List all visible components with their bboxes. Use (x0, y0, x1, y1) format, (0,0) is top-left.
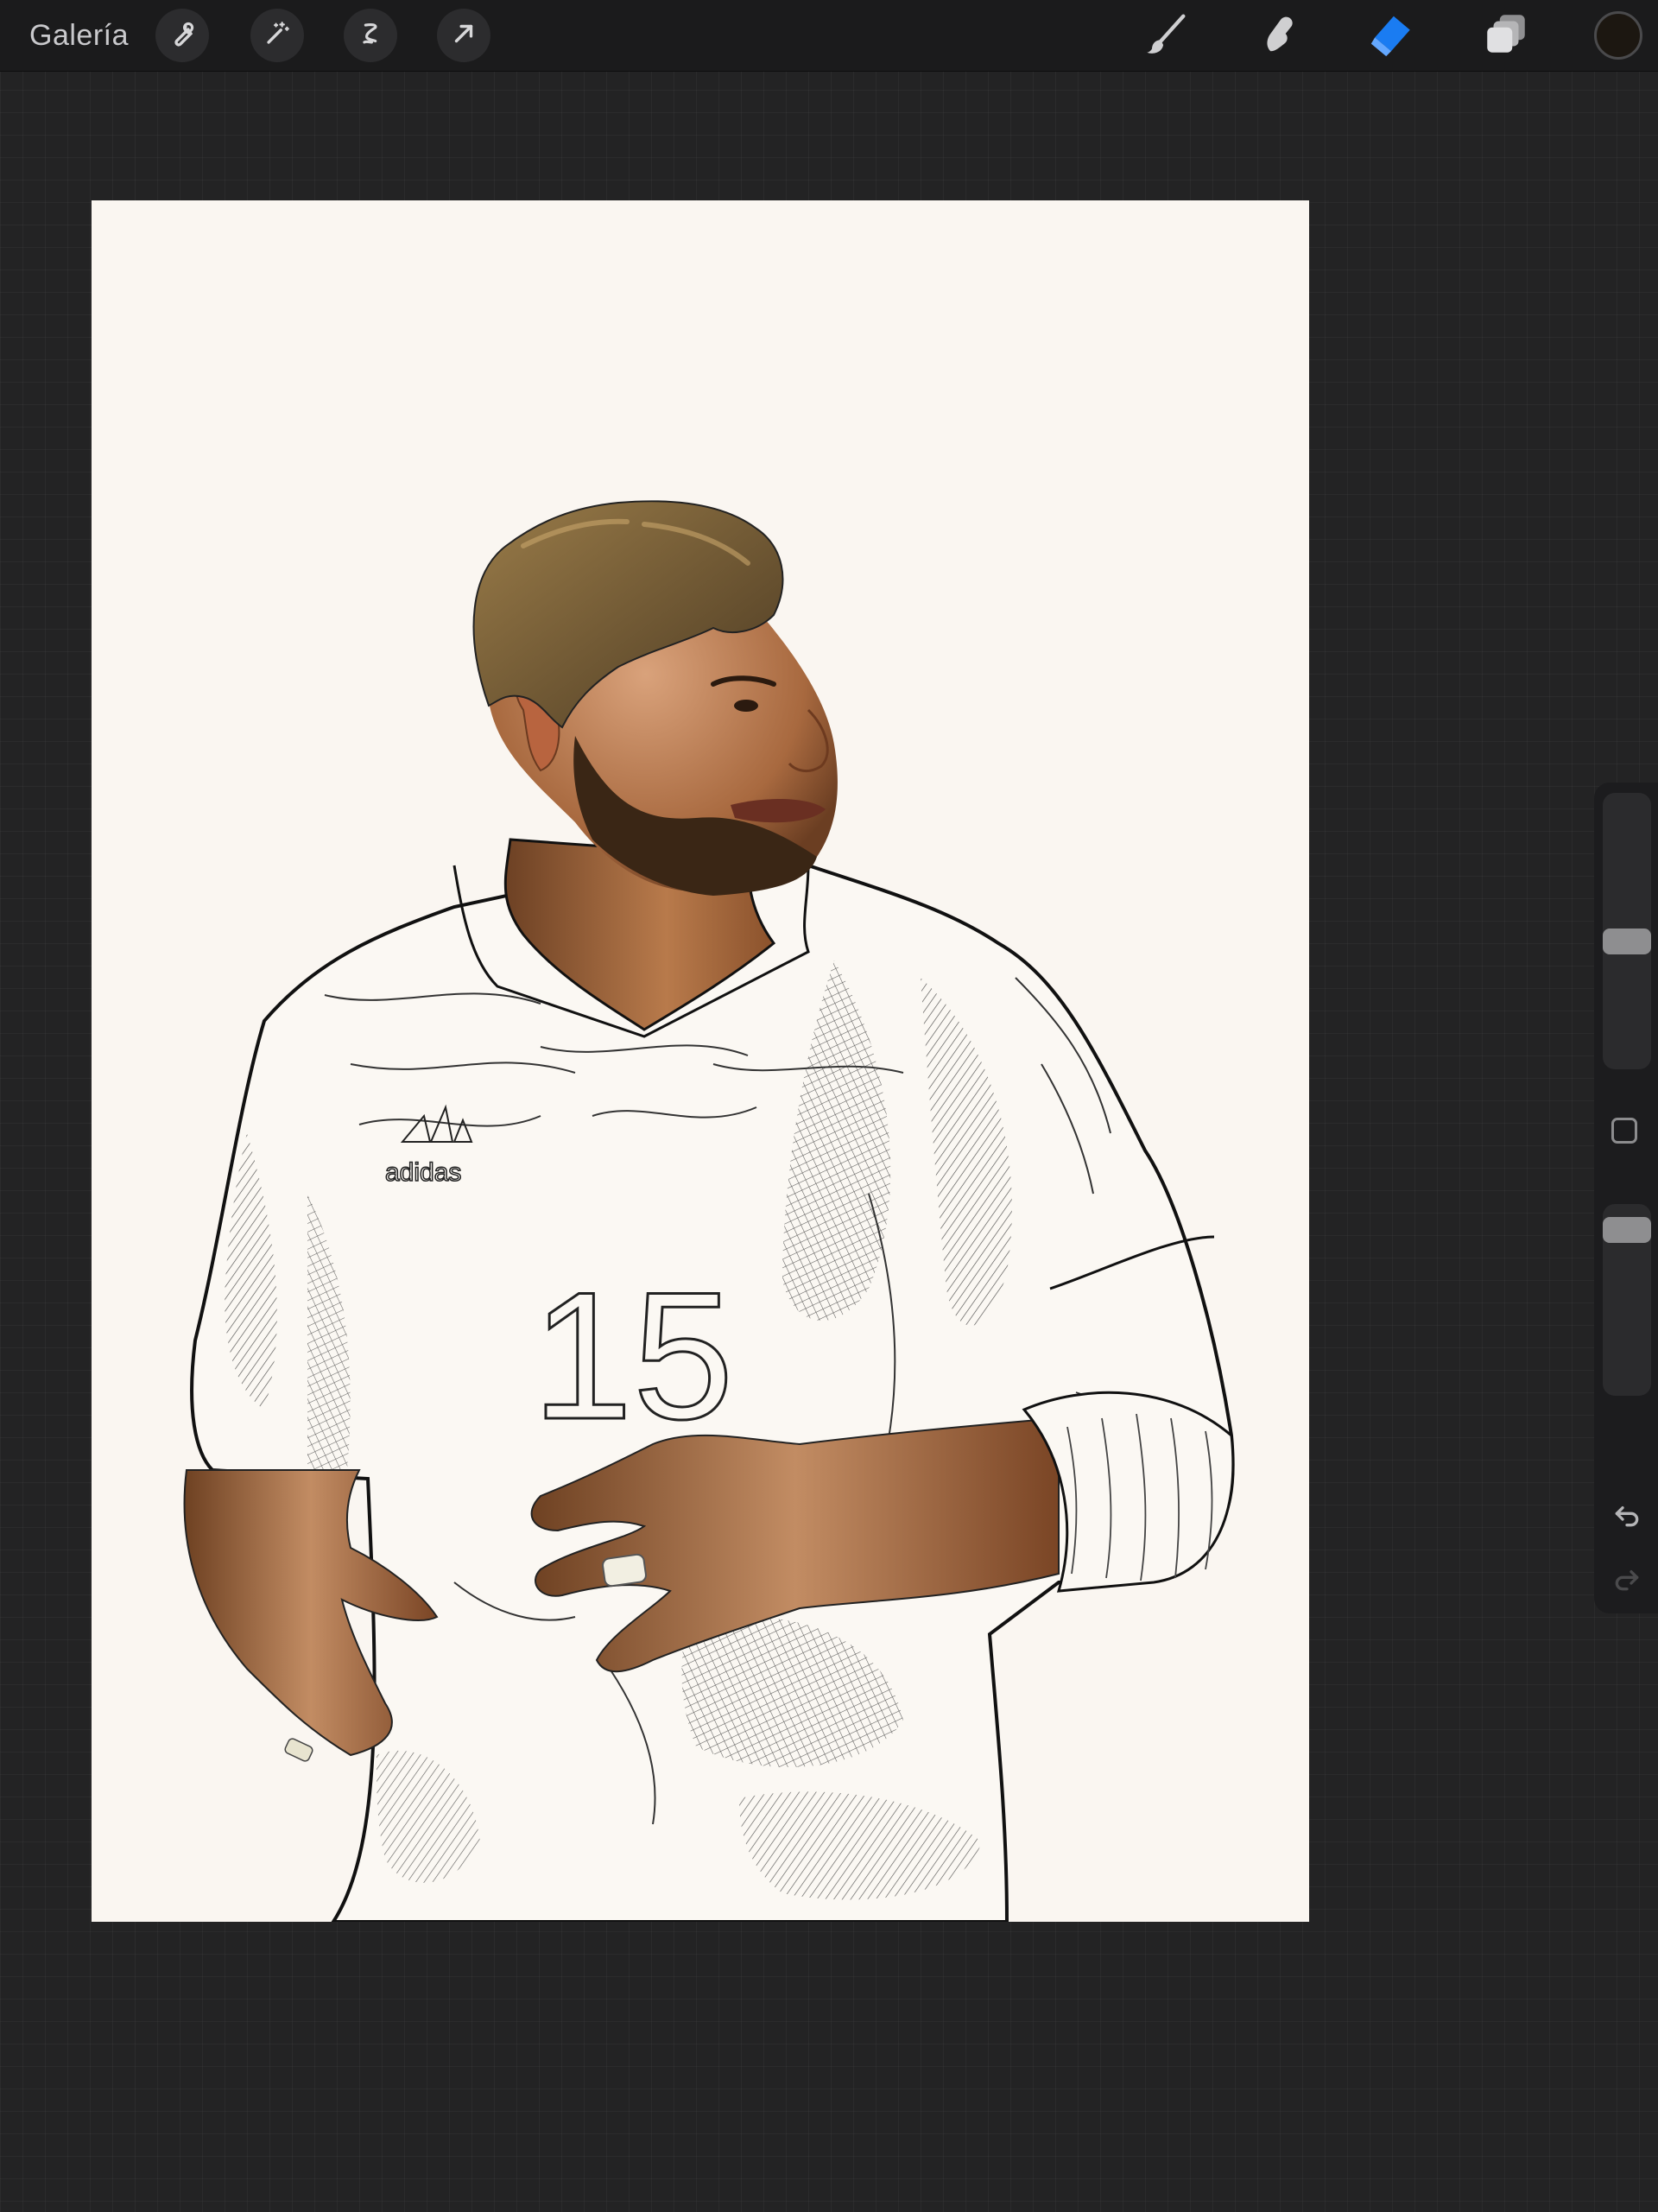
brush-size-slider-thumb[interactable] (1603, 928, 1651, 954)
color-picker-button[interactable] (1594, 11, 1642, 60)
redo-button[interactable] (1610, 1562, 1644, 1596)
undo-icon (1610, 1506, 1644, 1536)
gallery-button[interactable]: Galería (29, 16, 129, 55)
opacity-slider-thumb[interactable] (1603, 1217, 1651, 1244)
smudge-button[interactable] (1251, 9, 1305, 62)
wrench-icon (168, 19, 197, 53)
drawing-canvas[interactable]: adidas 15 (92, 200, 1309, 1922)
shirt-number-text: 15 (532, 1254, 734, 1457)
brush-icon (1141, 9, 1191, 63)
brush-button[interactable] (1139, 9, 1193, 62)
selection-button[interactable] (344, 9, 397, 62)
layers-button[interactable] (1479, 9, 1533, 62)
side-toolbar (1594, 783, 1658, 1613)
undo-button[interactable] (1610, 1498, 1644, 1532)
artwork-illustration: adidas 15 (183, 500, 1235, 1922)
shirt-brand-text: adidas (385, 1158, 461, 1187)
selection-icon (356, 19, 385, 53)
magic-wand-icon (263, 19, 292, 53)
eraser-icon (1366, 9, 1416, 63)
top-toolbar: Galería (0, 0, 1658, 72)
transform-button[interactable] (437, 9, 490, 62)
actions-button[interactable] (155, 9, 209, 62)
eraser-button[interactable] (1364, 9, 1418, 62)
modify-square-icon[interactable] (1611, 1118, 1637, 1144)
layers-icon (1481, 9, 1531, 63)
transform-arrow-icon (449, 19, 478, 53)
adjustments-button[interactable] (250, 9, 304, 62)
smudge-icon (1253, 9, 1303, 63)
redo-icon (1610, 1570, 1644, 1600)
